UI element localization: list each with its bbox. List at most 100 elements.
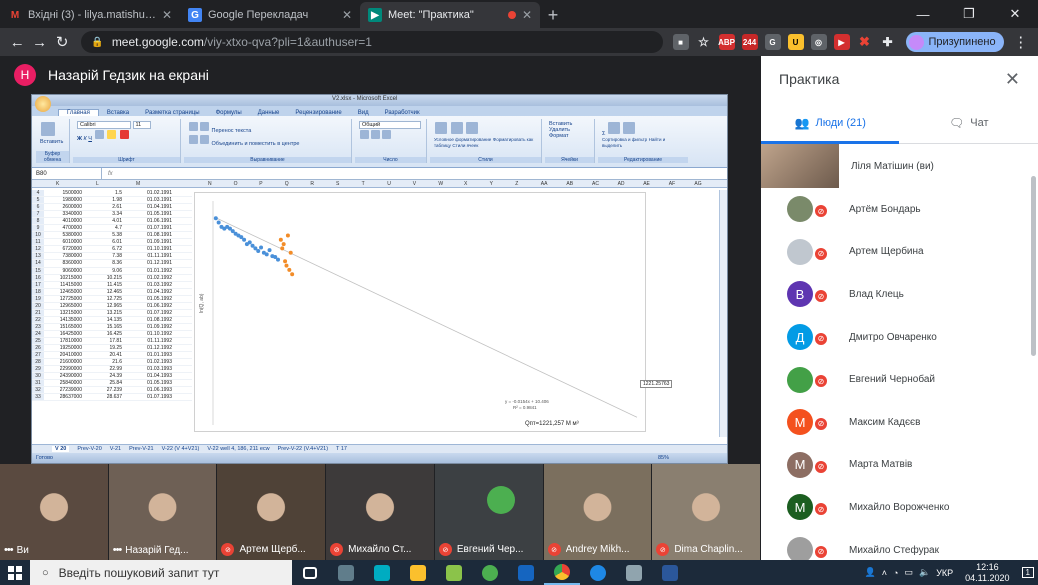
row-number[interactable]: 33 — [32, 394, 44, 401]
excel-tab[interactable]: Разметка страницы — [137, 110, 207, 116]
taskbar-search[interactable]: ○ Введіть пошуковий запит тут — [30, 560, 292, 585]
menu-dots-icon[interactable]: ⋮ — [1010, 33, 1032, 51]
cell-date[interactable]: 01.03.1992 — [124, 282, 174, 288]
cell-value[interactable]: 11.415 — [84, 282, 124, 288]
cell-date[interactable]: 01.02.1993 — [124, 359, 174, 365]
cell-value[interactable]: 10215000 — [44, 275, 84, 281]
column-header[interactable]: Z — [515, 181, 518, 187]
cell-date[interactable]: 01.01.1992 — [124, 268, 174, 274]
row-number[interactable]: 28 — [32, 359, 44, 366]
participant-tile[interactable]: ••• Назарій Гед... — [108, 464, 217, 560]
app-circle-icon[interactable] — [580, 560, 616, 585]
cell-value[interactable]: 13215000 — [44, 310, 84, 316]
screenshot-icon[interactable]: ◎ — [810, 34, 827, 50]
close-panel-icon[interactable]: ✕ — [1005, 69, 1020, 90]
column-header[interactable]: P — [259, 181, 262, 187]
chevron-up-icon[interactable]: ˄ — [882, 568, 887, 578]
column-header[interactable]: T — [362, 181, 365, 187]
photo-app-icon[interactable] — [436, 560, 472, 585]
row-number[interactable]: 12 — [32, 246, 44, 253]
row-number[interactable]: 22 — [32, 316, 44, 323]
cell-value[interactable]: 12465000 — [44, 289, 84, 295]
cell-value[interactable]: 21600000 — [44, 359, 84, 365]
mail-badge-icon[interactable]: 244 — [741, 34, 758, 50]
excel-tab[interactable]: Вид — [350, 110, 377, 116]
cell-date[interactable]: 01.05.1993 — [124, 380, 174, 386]
close-window-icon[interactable]: ✕ — [992, 6, 1038, 22]
cell-value[interactable]: 6.01 — [84, 239, 124, 245]
sheet-tab[interactable]: Prev-V-22 (V.4+V21) — [278, 446, 328, 452]
tab-people[interactable]: 👥 Люди (21) — [761, 102, 900, 143]
people-tray-icon[interactable]: 👤 — [865, 567, 876, 578]
cell-value[interactable]: 12.965 — [84, 303, 124, 309]
cell-value[interactable]: 27.239 — [84, 387, 124, 393]
cell-date[interactable]: 01.11.1992 — [124, 338, 174, 344]
column-header[interactable]: U — [387, 181, 391, 187]
excel-tab[interactable]: Данные — [250, 110, 288, 116]
cell-value[interactable]: 25.84 — [84, 380, 124, 386]
cell-date[interactable]: 01.05.1992 — [124, 296, 174, 302]
close-tab-icon[interactable]: ✕ — [522, 8, 532, 22]
column-header[interactable]: K — [56, 181, 59, 187]
address-bar[interactable]: 🔒 meet.google.com/viy-xtxo-qva?pli=1&aut… — [81, 31, 663, 53]
row-number[interactable]: 17 — [32, 281, 44, 288]
cell-value[interactable]: 5.38 — [84, 232, 124, 238]
cell-date[interactable]: 01.03.1993 — [124, 366, 174, 372]
cell-date[interactable]: 01.10.1991 — [124, 246, 174, 252]
cell-value[interactable]: 22990000 — [44, 366, 84, 372]
minimize-icon[interactable]: — — [900, 7, 946, 22]
participant-tile[interactable]: ⊘ Andrey Mikh... — [543, 464, 652, 560]
close-tab-icon[interactable]: ✕ — [342, 8, 352, 22]
cell-value[interactable]: 1.5 — [84, 190, 124, 196]
participant-tile[interactable]: ⊘ Dima Chaplin... — [652, 464, 761, 560]
video-ext-icon[interactable]: ▶ — [833, 34, 850, 50]
column-header[interactable]: Q — [285, 181, 289, 187]
cell-date[interactable]: 01.12.1991 — [124, 260, 174, 266]
cell-value[interactable]: 9.06 — [84, 268, 124, 274]
cell-value[interactable]: 4700000 — [44, 225, 84, 231]
cell-date[interactable]: 01.09.1991 — [124, 239, 174, 245]
app-ball-icon[interactable] — [472, 560, 508, 585]
person-row[interactable]: Д ⊘ Дмитро Овчаренко — [761, 316, 1038, 359]
person-row[interactable]: В ⊘ Влад Клець — [761, 273, 1038, 316]
cell-value[interactable]: 28637000 — [44, 394, 84, 400]
cell-value[interactable]: 1500000 — [44, 190, 84, 196]
cell-value[interactable]: 21.6 — [84, 359, 124, 365]
windows-start-button[interactable] — [0, 560, 30, 585]
cross-ext-icon[interactable]: ✖ — [857, 34, 873, 50]
cell-value[interactable]: 27239000 — [44, 387, 84, 393]
row-number[interactable]: 18 — [32, 288, 44, 295]
row-number[interactable]: 16 — [32, 274, 44, 281]
app-cmd-icon[interactable] — [364, 560, 400, 585]
cell-value[interactable]: 7.38 — [84, 253, 124, 259]
cell-value[interactable]: 1.98 — [84, 197, 124, 203]
row-number[interactable]: 21 — [32, 309, 44, 316]
wifi-icon[interactable]: ◔ — [893, 568, 898, 578]
excel-tab[interactable]: Рецензирование — [287, 110, 349, 116]
cell-value[interactable]: 12965000 — [44, 303, 84, 309]
column-header[interactable]: AA — [541, 181, 548, 187]
cell-value[interactable]: 22.99 — [84, 366, 124, 372]
new-tab-button[interactable]: + — [540, 2, 566, 28]
panel-scrollbar[interactable] — [1031, 176, 1036, 356]
excel-tab[interactable]: Разработчик — [377, 110, 428, 116]
cell-date[interactable]: 01.06.1992 — [124, 303, 174, 309]
cell-value[interactable]: 8.36 — [84, 260, 124, 266]
file-explorer-icon[interactable] — [400, 560, 436, 585]
cell-value[interactable]: 10.215 — [84, 275, 124, 281]
cell-date[interactable]: 01.03.1991 — [124, 197, 174, 203]
cell-date[interactable]: 01.09.1992 — [124, 324, 174, 330]
row-number[interactable]: 15 — [32, 267, 44, 274]
column-header[interactable]: X — [464, 181, 467, 187]
star-icon[interactable]: ☆ — [696, 34, 712, 50]
cell-value[interactable]: 1980000 — [44, 197, 84, 203]
row-number[interactable]: 25 — [32, 337, 44, 345]
cell-date[interactable]: 01.08.1991 — [124, 232, 174, 238]
row-number[interactable]: 23 — [32, 323, 44, 330]
cell-date[interactable]: 01.07.1992 — [124, 310, 174, 316]
row-number[interactable]: 8 — [32, 218, 44, 225]
cell-value[interactable]: 8360000 — [44, 260, 84, 266]
cell-value[interactable]: 12725000 — [44, 296, 84, 302]
cell-date[interactable]: 01.04.1993 — [124, 373, 174, 379]
cell-value[interactable]: 20410000 — [44, 352, 84, 358]
